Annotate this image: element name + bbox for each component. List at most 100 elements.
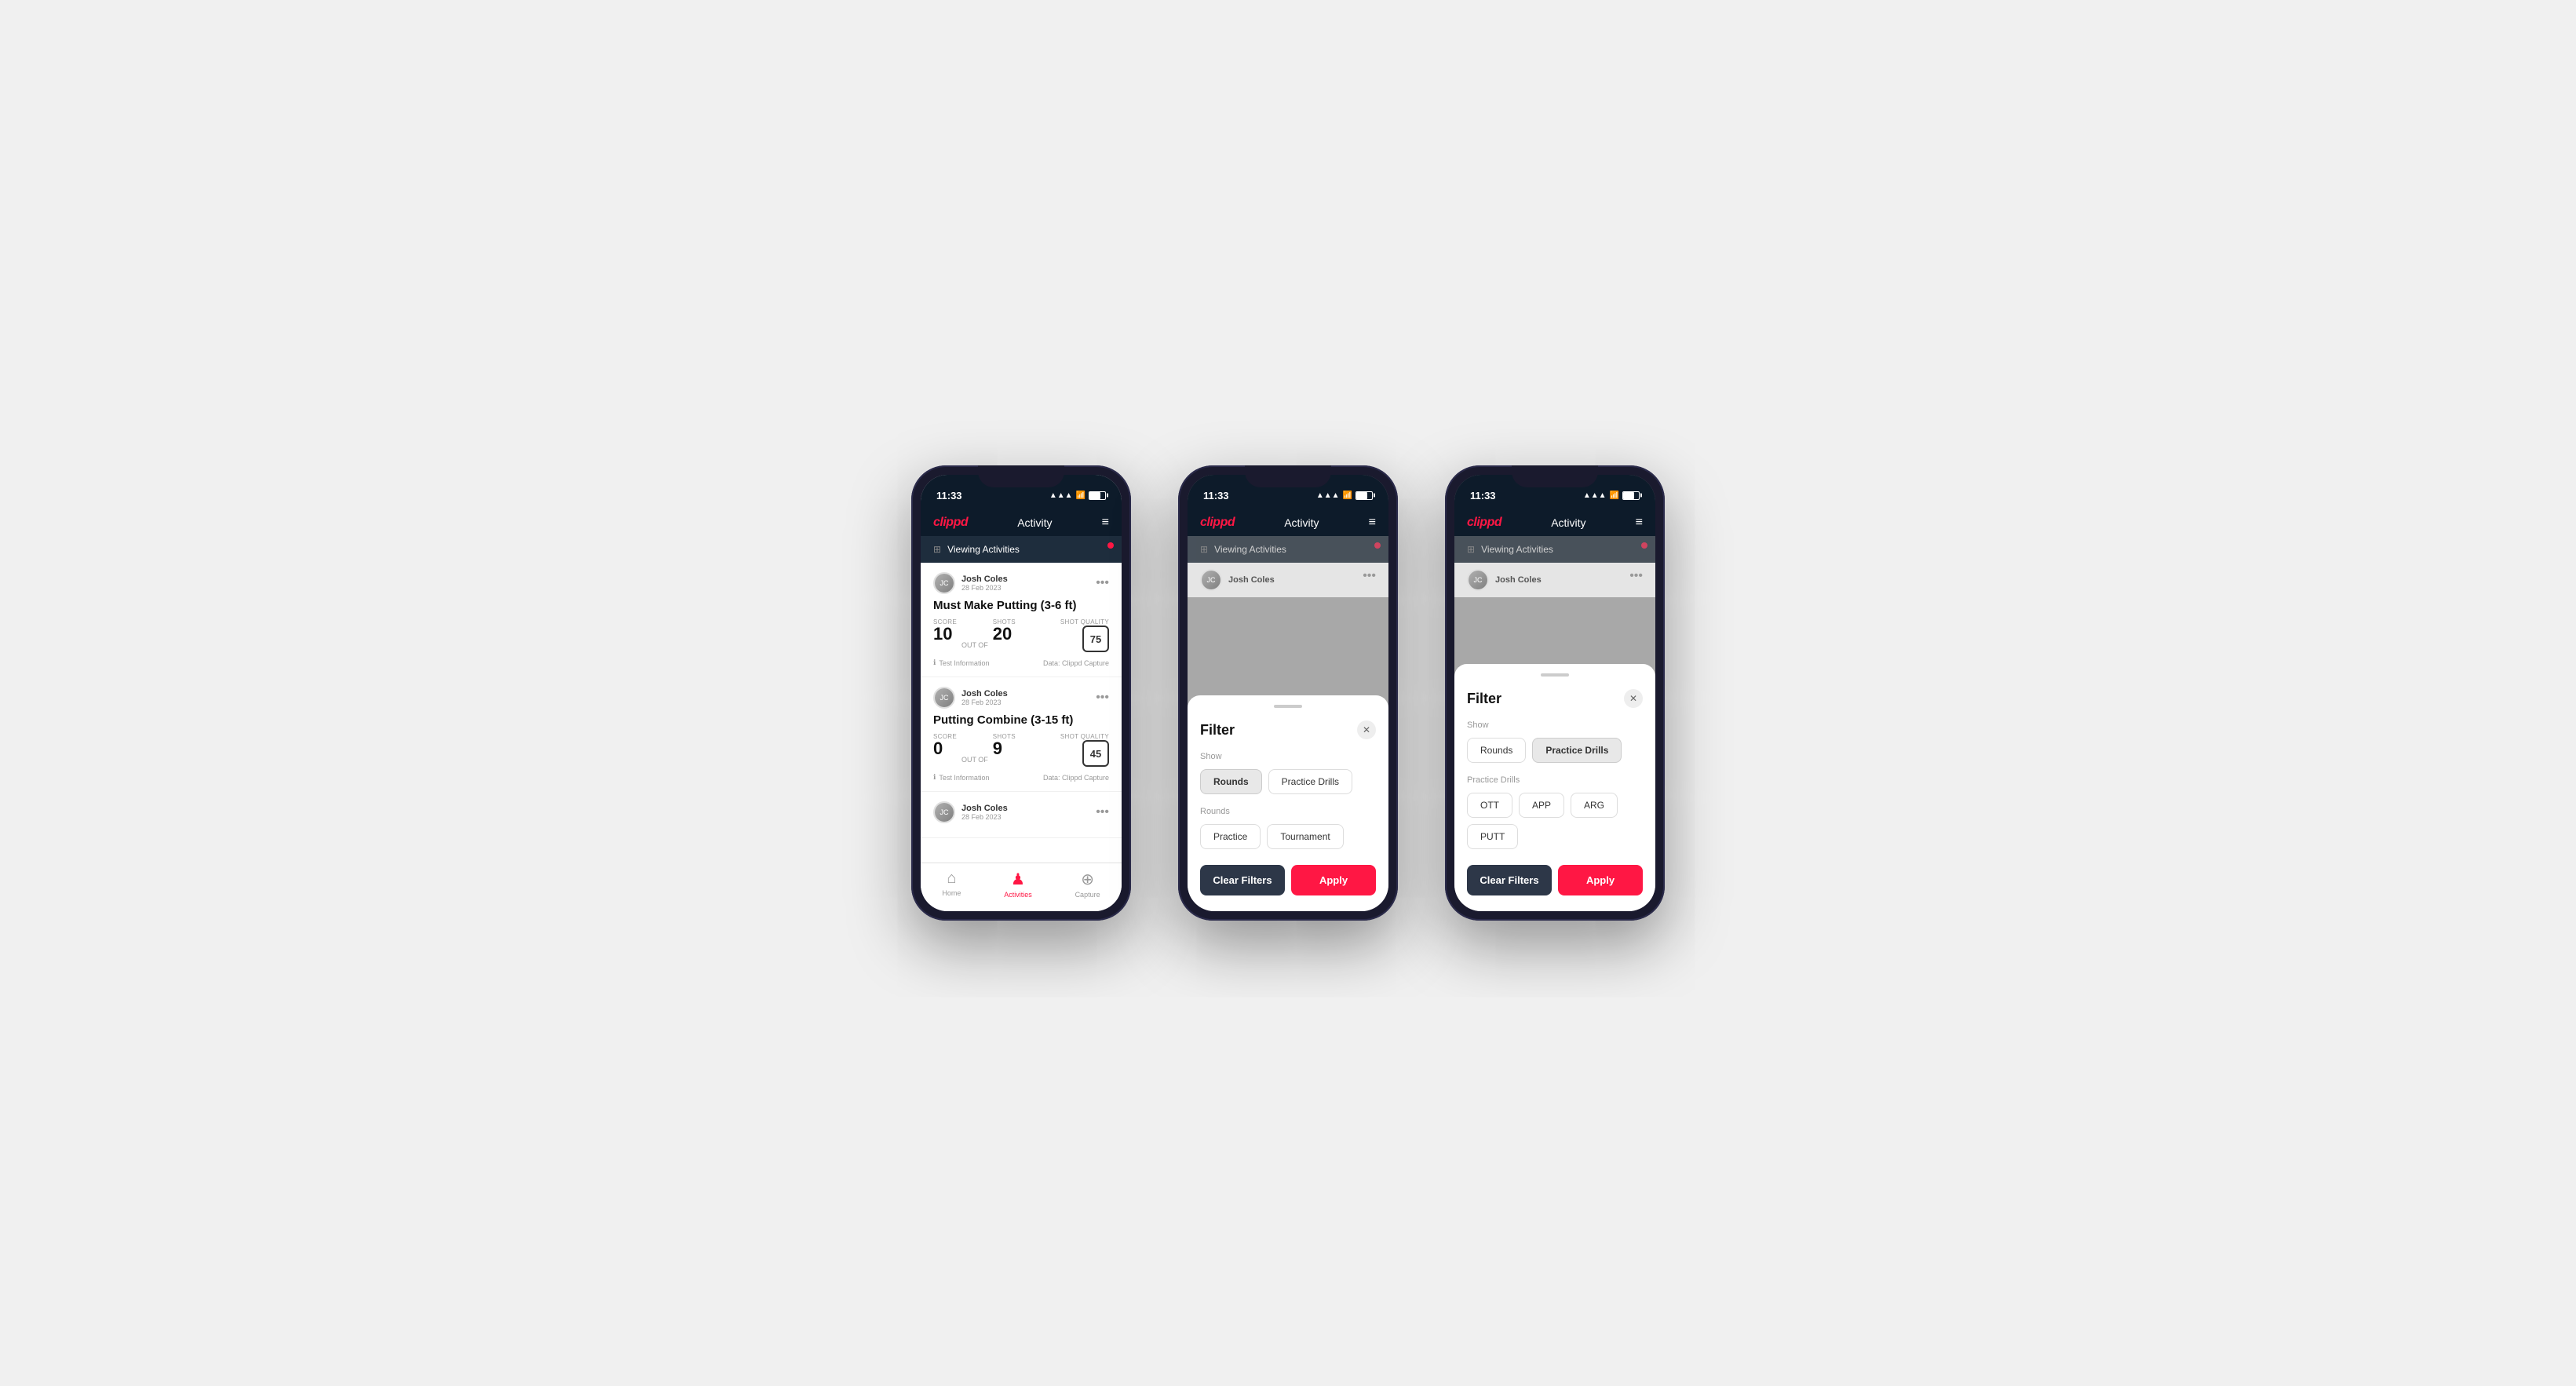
capture-label-1: Capture bbox=[1075, 891, 1100, 899]
activity-item-2[interactable]: JC Josh Coles 28 Feb 2023 ••• Putting Co… bbox=[921, 677, 1122, 792]
ott-button-3[interactable]: OTT bbox=[1467, 793, 1512, 818]
menu-icon-3[interactable]: ≡ bbox=[1636, 516, 1643, 530]
rounds-buttons-2: Practice Tournament bbox=[1200, 824, 1376, 849]
phone-1-screen: 11:33 ▲▲▲ 📶 clippd Activity ≡ ⊞ Viewing … bbox=[921, 475, 1122, 911]
signal-icon-1: ▲▲▲ bbox=[1049, 491, 1073, 500]
bg-user-row-3: JC Josh Coles ••• bbox=[1454, 563, 1655, 597]
status-time-1: 11:33 bbox=[936, 490, 962, 502]
activity-title-2: Putting Combine (3-15 ft) bbox=[933, 713, 1109, 727]
viewing-bar-1[interactable]: ⊞ Viewing Activities bbox=[921, 536, 1122, 563]
app-header-3: clippd Activity ≡ bbox=[1454, 509, 1655, 536]
user-date-1: 28 Feb 2023 bbox=[961, 584, 1008, 592]
score-value-1: 10 bbox=[933, 626, 957, 643]
shots-group-2: Shots 9 bbox=[993, 733, 1016, 757]
activities-icon-1: ♟ bbox=[1011, 870, 1025, 889]
stats-row-2: Score 0 OUT OF Shots 9 Shot Quality 45 bbox=[933, 733, 1109, 767]
logo-3: clippd bbox=[1467, 516, 1501, 530]
drills-label-3: Practice Drills bbox=[1467, 775, 1643, 785]
more-dots-2[interactable]: ••• bbox=[1096, 691, 1109, 705]
apply-button-3[interactable]: Apply bbox=[1558, 865, 1643, 895]
more-dots-1[interactable]: ••• bbox=[1096, 576, 1109, 590]
show-drills-button-3[interactable]: Practice Drills bbox=[1532, 738, 1622, 763]
filter-active-dot-1 bbox=[1107, 542, 1114, 549]
status-time-3: 11:33 bbox=[1470, 490, 1496, 502]
shot-quality-group-1: Shot Quality 75 bbox=[1060, 618, 1109, 652]
filter-modal-2: Filter ✕ Show Rounds Practice Drills Rou… bbox=[1188, 695, 1388, 911]
out-of-1: OUT OF bbox=[961, 641, 988, 649]
notch-3 bbox=[1512, 465, 1598, 487]
filter-icon-3: ⊞ bbox=[1467, 544, 1475, 555]
nav-activities-1[interactable]: ♟ Activities bbox=[1004, 870, 1032, 899]
phone-1: 11:33 ▲▲▲ 📶 clippd Activity ≡ ⊞ Viewing … bbox=[911, 465, 1131, 921]
show-rounds-button-2[interactable]: Rounds bbox=[1200, 769, 1262, 794]
bg-user-row-2: JC Josh Coles ••• bbox=[1188, 563, 1388, 597]
activity-header-3: JC Josh Coles 28 Feb 2023 ••• bbox=[933, 801, 1109, 823]
score-group-1: Score 10 bbox=[933, 618, 957, 643]
home-icon-1: ⌂ bbox=[947, 870, 956, 888]
shot-quality-label-2: Shot Quality bbox=[1060, 733, 1109, 740]
modal-header-3: Filter ✕ bbox=[1467, 689, 1643, 708]
user-info-2: JC Josh Coles 28 Feb 2023 bbox=[933, 687, 1008, 709]
close-button-2[interactable]: ✕ bbox=[1357, 720, 1376, 739]
close-button-3[interactable]: ✕ bbox=[1624, 689, 1643, 708]
shots-value-2: 9 bbox=[993, 740, 1016, 757]
show-buttons-3: Rounds Practice Drills bbox=[1467, 738, 1643, 763]
app-button-3[interactable]: APP bbox=[1519, 793, 1564, 818]
modal-title-2: Filter bbox=[1200, 722, 1235, 739]
header-title-1: Activity bbox=[1017, 516, 1052, 529]
menu-icon-2[interactable]: ≡ bbox=[1369, 516, 1376, 530]
more-dots-3[interactable]: ••• bbox=[1096, 805, 1109, 819]
activity-item-1[interactable]: JC Josh Coles 28 Feb 2023 ••• Must Make … bbox=[921, 563, 1122, 677]
test-info-1: ℹ Test Information bbox=[933, 658, 989, 667]
activity-footer-1: ℹ Test Information Data: Clippd Capture bbox=[933, 658, 1109, 667]
filter-icon-1: ⊞ bbox=[933, 544, 941, 555]
clear-filters-button-3[interactable]: Clear Filters bbox=[1467, 865, 1552, 895]
modal-header-2: Filter ✕ bbox=[1200, 720, 1376, 739]
show-buttons-2: Rounds Practice Drills bbox=[1200, 769, 1376, 794]
show-drills-button-2[interactable]: Practice Drills bbox=[1268, 769, 1352, 794]
shot-quality-badge-2: 45 bbox=[1082, 740, 1109, 767]
shots-group-1: Shots 20 bbox=[993, 618, 1016, 643]
apply-button-2[interactable]: Apply bbox=[1291, 865, 1376, 895]
show-label-2: Show bbox=[1200, 752, 1376, 761]
practice-button-2[interactable]: Practice bbox=[1200, 824, 1261, 849]
putt-button-3[interactable]: PUTT bbox=[1467, 824, 1518, 849]
arg-button-3[interactable]: ARG bbox=[1571, 793, 1618, 818]
tournament-button-2[interactable]: Tournament bbox=[1267, 824, 1343, 849]
app-header-2: clippd Activity ≡ bbox=[1188, 509, 1388, 536]
modal-handle-2 bbox=[1274, 705, 1302, 708]
wifi-icon-3: 📶 bbox=[1610, 491, 1619, 500]
menu-icon-1[interactable]: ≡ bbox=[1102, 516, 1109, 530]
show-label-3: Show bbox=[1467, 720, 1643, 730]
app-header-1: clippd Activity ≡ bbox=[921, 509, 1122, 536]
status-time-2: 11:33 bbox=[1203, 490, 1229, 502]
viewing-bar-text-1: Viewing Activities bbox=[947, 544, 1020, 555]
status-icons-2: ▲▲▲ 📶 bbox=[1316, 491, 1373, 500]
phones-showcase: 11:33 ▲▲▲ 📶 clippd Activity ≡ ⊞ Viewing … bbox=[911, 465, 1665, 921]
status-icons-3: ▲▲▲ 📶 bbox=[1583, 491, 1640, 500]
phone-2: 11:33 ▲▲▲ 📶 clippd Activity ≡ ⊞ Viewing … bbox=[1178, 465, 1398, 921]
clear-filters-button-2[interactable]: Clear Filters bbox=[1200, 865, 1285, 895]
filter-icon-2: ⊞ bbox=[1200, 544, 1208, 555]
wifi-icon-1: 📶 bbox=[1076, 491, 1085, 500]
user-info-1: JC Josh Coles 28 Feb 2023 bbox=[933, 572, 1008, 594]
shot-quality-badge-1: 75 bbox=[1082, 626, 1109, 652]
wifi-icon-2: 📶 bbox=[1343, 491, 1352, 500]
nav-home-1[interactable]: ⌂ Home bbox=[942, 870, 961, 899]
drills-buttons-3: OTT APP ARG PUTT bbox=[1467, 793, 1643, 849]
show-rounds-button-3[interactable]: Rounds bbox=[1467, 738, 1526, 763]
phone-3-screen: 11:33 ▲▲▲ 📶 clippd Activity ≡ ⊞ Viewing … bbox=[1454, 475, 1655, 911]
activity-item-3[interactable]: JC Josh Coles 28 Feb 2023 ••• bbox=[921, 792, 1122, 838]
data-source-1: Data: Clippd Capture bbox=[1043, 659, 1109, 667]
home-label-1: Home bbox=[942, 889, 961, 897]
user-name-1: Josh Coles bbox=[961, 574, 1008, 584]
battery-icon-2 bbox=[1356, 491, 1373, 500]
activity-title-1: Must Make Putting (3-6 ft) bbox=[933, 599, 1109, 612]
nav-capture-1[interactable]: ⊕ Capture bbox=[1075, 870, 1100, 899]
user-date-2: 28 Feb 2023 bbox=[961, 698, 1008, 706]
modal-title-3: Filter bbox=[1467, 691, 1501, 707]
header-title-2: Activity bbox=[1284, 516, 1319, 529]
user-info-3: JC Josh Coles 28 Feb 2023 bbox=[933, 801, 1008, 823]
stats-row-1: Score 10 OUT OF Shots 20 Shot Quality 75 bbox=[933, 618, 1109, 652]
status-icons-1: ▲▲▲ 📶 bbox=[1049, 491, 1106, 500]
